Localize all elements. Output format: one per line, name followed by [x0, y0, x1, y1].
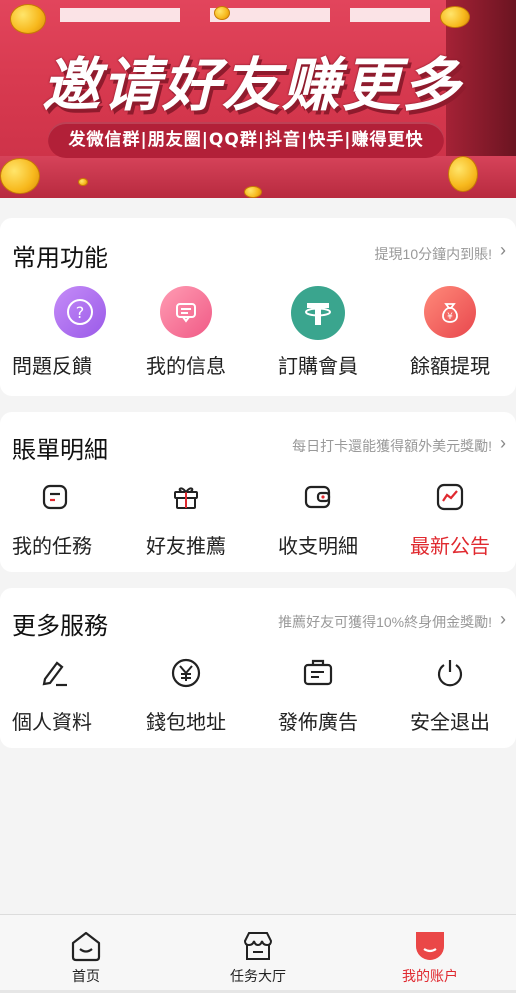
- item-label: 最新公告: [410, 534, 491, 558]
- item-label: 問題反饋: [12, 354, 92, 378]
- my-info-button[interactable]: 我的信息: [120, 286, 252, 382]
- task-icon: [38, 480, 72, 514]
- withdraw-balance-button[interactable]: ¥ 餘額提現: [384, 286, 516, 382]
- banner-title: 邀请好友赚更多: [41, 51, 462, 119]
- coin-decoration: [448, 156, 478, 192]
- item-label: 好友推薦: [146, 534, 227, 558]
- wallet-address-button[interactable]: 錢包地址: [120, 656, 252, 752]
- section-hint[interactable]: 提現10分鐘内到賬!: [375, 244, 492, 264]
- tether-icon: [291, 286, 346, 340]
- money-bag-icon: ¥: [424, 286, 477, 338]
- tab-my-account[interactable]: 我的账户: [344, 915, 516, 993]
- power-icon: [433, 656, 467, 690]
- income-expense-button[interactable]: 收支明細: [252, 480, 384, 576]
- section-hint[interactable]: 每日打卡還能獲得額外美元獎勵!: [292, 436, 492, 456]
- item-label: 收支明細: [278, 534, 359, 558]
- section-hint[interactable]: 推薦好友可獲得10%終身佣金獎勵!: [278, 612, 492, 632]
- my-tasks-button[interactable]: 我的任務: [0, 480, 120, 576]
- wallet-icon: [301, 480, 335, 514]
- item-label: 發佈廣告: [278, 710, 359, 734]
- chart-icon: [433, 480, 467, 514]
- chevron-right-icon[interactable]: ›: [500, 609, 506, 630]
- section-common-functions: 常用功能 提現10分鐘内到賬! › ? 問題反饋 我的信息 訂購會員 ¥ 餘額提…: [0, 218, 516, 396]
- logout-button[interactable]: 安全退出: [384, 656, 516, 752]
- chevron-right-icon[interactable]: ›: [500, 433, 506, 454]
- home-icon: [69, 929, 103, 968]
- yen-icon: [169, 656, 203, 690]
- message-icon: [160, 286, 213, 338]
- item-label: 我的任務: [12, 534, 92, 558]
- coin-decoration: [244, 186, 262, 198]
- coin-decoration: [214, 6, 230, 20]
- subscribe-member-button[interactable]: 訂購會員: [252, 286, 384, 382]
- item-label: 餘額提現: [410, 354, 491, 378]
- coin-decoration: [78, 178, 88, 186]
- svg-text:¥: ¥: [447, 312, 453, 322]
- chevron-right-icon[interactable]: ›: [500, 240, 506, 261]
- gift-icon: [169, 480, 203, 514]
- tab-label: 首页: [72, 968, 100, 984]
- item-label: 安全退出: [410, 710, 491, 734]
- feedback-button[interactable]: ? 問題反饋: [0, 286, 120, 382]
- section-title: 常用功能: [12, 244, 108, 272]
- coin-decoration: [0, 158, 40, 194]
- section-billing: 賬單明細 每日打卡還能獲得額外美元獎勵! › 我的任務 好友推薦 收支明細 最新…: [0, 412, 516, 572]
- tab-task-hall[interactable]: 任务大厅: [172, 915, 344, 993]
- section-title: 更多服務: [12, 612, 108, 640]
- tab-home[interactable]: 首页: [0, 915, 172, 993]
- post-ad-button[interactable]: 發佈廣告: [252, 656, 384, 752]
- section-title: 賬單明細: [12, 436, 108, 464]
- item-label: 訂購會員: [278, 354, 359, 378]
- coin-decoration: [10, 4, 46, 34]
- item-label: 個人資料: [12, 710, 92, 734]
- section-more-services: 更多服務 推薦好友可獲得10%終身佣金獎勵! › 個人資料 錢包地址 發佈廣告 …: [0, 588, 516, 748]
- tab-label: 我的账户: [402, 968, 458, 984]
- banner-stripe: [60, 8, 180, 22]
- account-icon: [413, 929, 447, 968]
- edit-icon: [38, 656, 72, 690]
- banner-subtitle: 发微信群|朋友圈|QQ群|抖音|快手|赚得更快: [48, 122, 444, 158]
- announcements-button[interactable]: 最新公告: [384, 480, 516, 576]
- bottom-tabbar: 首页 任务大厅 我的账户: [0, 914, 516, 993]
- question-icon: ?: [54, 286, 106, 338]
- tab-label: 任务大厅: [230, 968, 286, 984]
- item-label: 錢包地址: [146, 710, 227, 734]
- banner-stripe: [350, 8, 430, 22]
- promo-banner[interactable]: 邀请好友赚更多 发微信群|朋友圈|QQ群|抖音|快手|赚得更快: [0, 0, 516, 198]
- profile-button[interactable]: 個人資料: [0, 656, 120, 752]
- item-label: 我的信息: [146, 354, 227, 378]
- friend-referral-button[interactable]: 好友推薦: [120, 480, 252, 576]
- svg-text:?: ?: [76, 303, 85, 322]
- store-icon: [241, 929, 275, 968]
- briefcase-icon: [301, 656, 335, 690]
- coin-decoration: [440, 6, 470, 28]
